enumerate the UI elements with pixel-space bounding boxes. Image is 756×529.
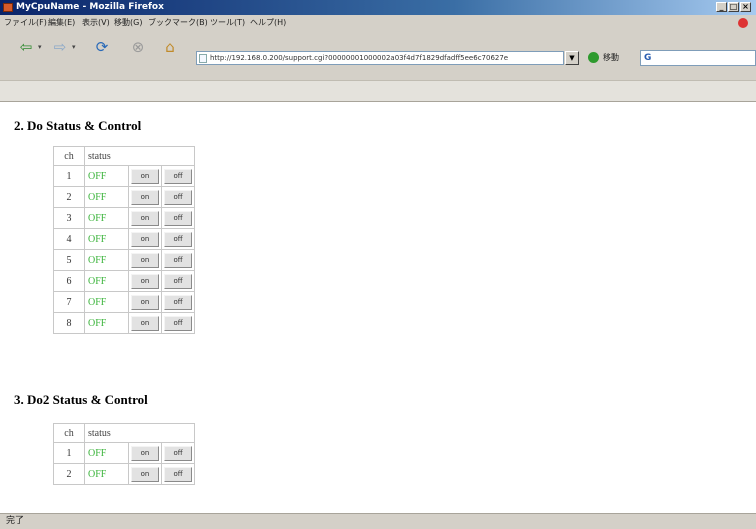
channel-number: 6	[53, 270, 85, 292]
table-row: 3 OFF on off	[53, 207, 195, 229]
on-button[interactable]: on	[131, 189, 159, 205]
status-value: OFF	[84, 165, 129, 187]
off-button[interactable]: off	[164, 445, 192, 461]
do2-control-table: ch status 1 OFF on off 2 OFF on off	[53, 423, 195, 485]
channel-number: 1	[53, 442, 85, 464]
table-row: 2 OFF on off	[53, 186, 195, 208]
off-button[interactable]: off	[164, 466, 192, 482]
off-button[interactable]: off	[164, 231, 192, 247]
menu-bookmarks[interactable]: ブックマーク(B)	[148, 15, 208, 31]
table-row: 2 OFF on off	[53, 463, 195, 485]
maximize-button[interactable]: □	[728, 2, 739, 12]
channel-number: 2	[53, 463, 85, 485]
reload-icon[interactable]: ⟳	[92, 38, 112, 56]
channel-number: 1	[53, 165, 85, 187]
on-button[interactable]: on	[131, 294, 159, 310]
column-header-status: status	[84, 146, 195, 166]
table-row: 1 OFF on off	[53, 165, 195, 187]
channel-number: 3	[53, 207, 85, 229]
menu-edit[interactable]: 編集(E)	[48, 15, 75, 31]
do-control-table: ch status 1 OFF on off 2 OFF on off 3 OF…	[53, 146, 195, 334]
status-value: OFF	[84, 186, 129, 208]
page-icon	[199, 54, 207, 63]
forward-icon[interactable]: ⇨	[50, 38, 70, 56]
table-header-row: ch status	[53, 146, 195, 166]
on-button[interactable]: on	[131, 445, 159, 461]
column-header-ch: ch	[53, 423, 85, 443]
close-button[interactable]: ×	[740, 2, 751, 12]
off-button[interactable]: off	[164, 252, 192, 268]
go-icon[interactable]	[588, 52, 599, 63]
table-row: 5 OFF on off	[53, 249, 195, 271]
status-value: OFF	[84, 270, 129, 292]
on-button[interactable]: on	[131, 231, 159, 247]
search-box[interactable]: G	[640, 50, 756, 66]
off-button[interactable]: off	[164, 273, 192, 289]
column-header-ch: ch	[53, 146, 85, 166]
url-bar[interactable]: http://192.168.0.200/support.cgi?0000000…	[196, 51, 564, 65]
menu-help[interactable]: ヘルプ(H)	[250, 15, 286, 31]
url-text: http://192.168.0.200/support.cgi?0000000…	[210, 54, 509, 62]
status-value: OFF	[84, 207, 129, 229]
google-icon: G	[644, 53, 652, 63]
on-button[interactable]: on	[131, 273, 159, 289]
on-button[interactable]: on	[131, 210, 159, 226]
url-history-dropdown[interactable]: ▼	[565, 51, 579, 65]
firefox-app-icon	[3, 3, 13, 12]
back-icon[interactable]: ⇦	[16, 38, 36, 56]
table-row: 4 OFF on off	[53, 228, 195, 250]
minimize-button[interactable]: _	[716, 2, 727, 12]
status-value: OFF	[84, 312, 129, 334]
table-header-row: ch status	[53, 423, 195, 443]
page-content: 2. Do Status & Control ch status 1 OFF o…	[0, 102, 756, 513]
channel-number: 5	[53, 249, 85, 271]
table-row: 6 OFF on off	[53, 270, 195, 292]
status-text: 完了	[6, 516, 25, 526]
off-button[interactable]: off	[164, 210, 192, 226]
status-value: OFF	[84, 291, 129, 313]
status-value: OFF	[84, 228, 129, 250]
section-title-do2: 3. Do2 Status & Control	[14, 392, 148, 407]
status-value: OFF	[84, 463, 129, 485]
window-title: MyCpuName - Mozilla Firefox	[16, 2, 164, 12]
back-dropdown-icon[interactable]: ▾	[38, 43, 42, 51]
status-value: OFF	[84, 249, 129, 271]
channel-number: 7	[53, 291, 85, 313]
go-button-label[interactable]: 移動	[603, 51, 619, 65]
menu-file[interactable]: ファイル(F)	[4, 15, 47, 31]
stop-icon[interactable]: ⊗	[128, 38, 148, 56]
column-header-status: status	[84, 423, 195, 443]
throbber-icon	[738, 18, 748, 28]
table-row: 8 OFF on off	[53, 312, 195, 334]
on-button[interactable]: on	[131, 168, 159, 184]
on-button[interactable]: on	[131, 252, 159, 268]
channel-number: 8	[53, 312, 85, 334]
forward-dropdown-icon[interactable]: ▾	[72, 43, 76, 51]
home-icon[interactable]: ⌂	[160, 38, 180, 56]
off-button[interactable]: off	[164, 189, 192, 205]
menu-go[interactable]: 移動(G)	[114, 15, 142, 31]
channel-number: 2	[53, 186, 85, 208]
table-row: 1 OFF on off	[53, 442, 195, 464]
menu-view[interactable]: 表示(V)	[82, 15, 110, 31]
navigation-toolbar: ⇦ ▾ ⇨ ▾ ⟳ ⊗ ⌂ http://192.168.0.200/suppo…	[0, 31, 756, 80]
section-title-do: 2. Do Status & Control	[14, 118, 142, 133]
status-bar: 完了	[0, 513, 756, 529]
off-button[interactable]: off	[164, 294, 192, 310]
table-row: 7 OFF on off	[53, 291, 195, 313]
off-button[interactable]: off	[164, 168, 192, 184]
channel-number: 4	[53, 228, 85, 250]
off-button[interactable]: off	[164, 315, 192, 331]
menu-bar: ファイル(F) 編集(E) 表示(V) 移動(G) ブックマーク(B) ツール(…	[0, 15, 756, 31]
title-bar: MyCpuName - Mozilla Firefox _ □ ×	[0, 0, 756, 15]
on-button[interactable]: on	[131, 315, 159, 331]
status-value: OFF	[84, 442, 129, 464]
on-button[interactable]: on	[131, 466, 159, 482]
menu-tools[interactable]: ツール(T)	[210, 15, 245, 31]
bookmarks-toolbar	[0, 80, 756, 102]
